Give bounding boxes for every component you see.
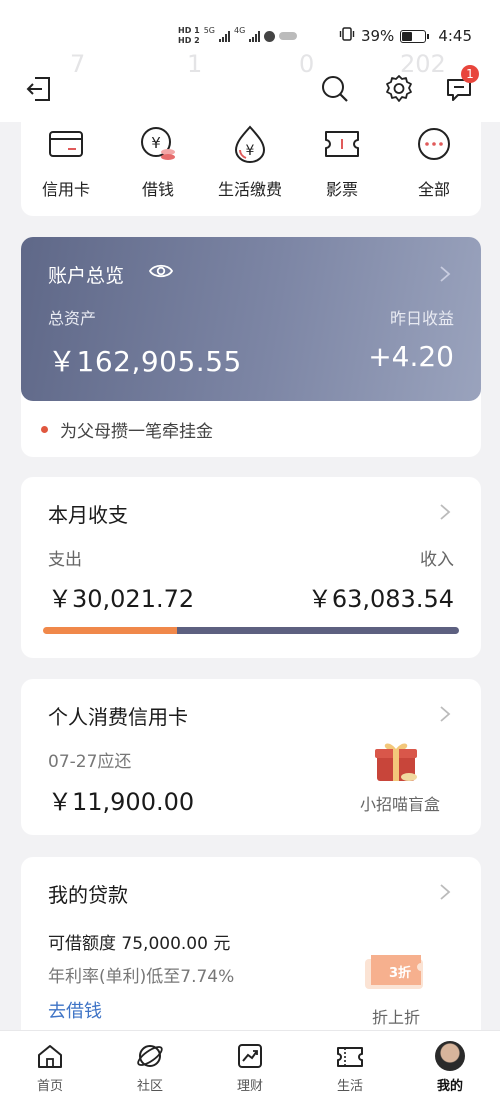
status-bar: HD 1 HD 2 5G 4G 39% 4:45	[0, 22, 500, 52]
chevron-right-icon	[439, 883, 451, 905]
loan-title: 我的贷款	[48, 883, 128, 907]
tab-mine[interactable]: 我的	[415, 1041, 485, 1094]
total-assets-label: 总资产	[48, 309, 97, 328]
wechat-icon	[279, 32, 298, 40]
expense-value: ￥30,021.72	[48, 585, 195, 613]
logout-icon[interactable]	[22, 72, 56, 106]
discount-coupon-text: 3折	[389, 966, 412, 981]
life-ticket-icon	[315, 1041, 385, 1071]
monthly-summary-title: 本月收支	[48, 503, 128, 527]
double-discount-label[interactable]: 折上折	[351, 1004, 441, 1028]
signal-icon	[249, 30, 261, 42]
signal-indicators: HD 1 HD 2 5G 4G	[178, 26, 298, 46]
tab-label: 理财	[236, 1079, 263, 1094]
tab-wealth[interactable]: 理财	[215, 1041, 285, 1094]
discount-coupon-icon[interactable]: 3折	[361, 953, 429, 993]
tab-label: 首页	[36, 1079, 63, 1094]
status-right: 39% 4:45	[339, 27, 472, 45]
credit-due-value: ￥11,900.00	[48, 788, 195, 816]
credit-due-label: 07-27应还	[48, 752, 132, 772]
expense-label: 支出	[48, 550, 82, 570]
more-icon	[394, 124, 474, 164]
quick-action-movie-ticket[interactable]: 影票	[302, 124, 382, 200]
account-overview-panel[interactable]: 账户总览 总资产 昨日收益 ￥162,905.55 +4.20	[21, 237, 481, 401]
home-icon	[15, 1041, 85, 1071]
income-expense-ratio-bar	[43, 627, 459, 634]
bullet-dot	[41, 426, 48, 433]
expense-bar-segment	[43, 627, 178, 634]
signal-icon	[218, 30, 230, 42]
vibrate-icon	[339, 27, 355, 45]
location-icon	[264, 30, 276, 42]
credit-card-summary[interactable]: 个人消费信用卡 07-27应还 ￥11,900.00 小招喵盲盒	[21, 679, 481, 835]
wealth-chart-icon	[215, 1041, 285, 1071]
tab-label: 社区	[136, 1079, 163, 1094]
top-header: 7 1 0 202 HD 1 HD 2 5G 4G 39% 4:45 1	[0, 0, 500, 122]
tab-label: 生活	[336, 1079, 363, 1094]
income-value: ￥63,083.54	[307, 585, 454, 613]
header-actions: 1	[0, 65, 500, 110]
quick-action-bill-payment[interactable]: ¥ 生活缴费	[210, 124, 290, 200]
account-overview-title: 账户总览	[48, 265, 125, 287]
tab-label: 我的	[436, 1079, 463, 1094]
quick-action-label: 信用卡	[41, 180, 90, 199]
tab-community[interactable]: 社区	[115, 1041, 185, 1094]
quick-action-all[interactable]: 全部	[394, 124, 474, 200]
quick-action-credit-card[interactable]: 信用卡	[26, 124, 106, 200]
network-label-b: HD 2	[178, 36, 200, 45]
bottom-navigation: 首页 社区 理财 生活 我的	[0, 1030, 500, 1100]
tab-life[interactable]: 生活	[315, 1041, 385, 1094]
network-label-a: HD 1	[178, 26, 200, 35]
quick-action-label: 借钱	[141, 180, 174, 199]
borrow-money-icon: ¥	[118, 124, 198, 164]
clock: 4:45	[438, 27, 472, 45]
credit-card-icon	[26, 124, 106, 164]
gift-box-icon[interactable]	[373, 739, 419, 785]
network-gen-b: 4G	[233, 26, 246, 35]
svg-text:¥: ¥	[246, 143, 255, 159]
notification-badge: 1	[461, 65, 479, 83]
account-overview-card: 账户总览 总资产 昨日收益 ￥162,905.55 +4.20 为父母攒一笔牵挂…	[21, 237, 481, 457]
savings-tip[interactable]: 为父母攒一笔牵挂金	[41, 417, 213, 442]
network-gen-a: 5G	[203, 26, 215, 35]
total-assets-value: ￥162,905.55	[48, 345, 242, 378]
movie-ticket-icon	[302, 124, 382, 164]
income-label: 收入	[420, 550, 454, 570]
loan-limit: 可借额度 75,000.00 元	[48, 934, 231, 954]
chevron-right-icon	[439, 503, 451, 525]
yesterday-income-value: +4.20	[368, 340, 454, 373]
quick-action-label: 全部	[417, 180, 450, 199]
chevron-right-icon	[439, 705, 451, 727]
loan-card[interactable]: 我的贷款 可借额度 75,000.00 元 年利率(单利)低至7.74% 去借钱…	[21, 857, 481, 1047]
quick-action-label: 影票	[325, 180, 358, 199]
tab-home[interactable]: 首页	[15, 1041, 85, 1094]
gear-icon[interactable]	[382, 72, 416, 106]
avatar	[435, 1041, 465, 1071]
loan-rate: 年利率(单利)低至7.74%	[48, 967, 235, 987]
savings-tip-text: 为父母攒一笔牵挂金	[60, 422, 213, 442]
svg-text:¥: ¥	[151, 134, 161, 152]
quick-action-borrow[interactable]: ¥ 借钱	[118, 124, 198, 200]
credit-card-title: 个人消费信用卡	[48, 705, 188, 729]
blind-box-label[interactable]: 小招喵盲盒	[355, 791, 445, 815]
monthly-summary-card[interactable]: 本月收支 支出 收入 ￥30,021.72 ￥63,083.54	[21, 477, 481, 658]
go-borrow-link[interactable]: 去借钱	[48, 997, 102, 1023]
avatar-wrapper	[415, 1041, 485, 1071]
chevron-right-icon	[439, 265, 451, 287]
search-icon[interactable]	[318, 72, 352, 106]
bill-payment-icon: ¥	[210, 124, 290, 164]
battery-icon	[400, 29, 430, 43]
message-icon[interactable]: 1	[442, 65, 479, 106]
income-bar-segment	[177, 627, 459, 634]
eye-icon[interactable]	[148, 261, 174, 285]
battery-percent: 39%	[360, 27, 395, 45]
quick-action-label: 生活缴费	[217, 180, 282, 199]
quick-actions-card: 信用卡 ¥ 借钱 ¥ 生活缴费 影票 全部	[21, 112, 481, 216]
community-icon	[115, 1041, 185, 1071]
yesterday-income-label: 昨日收益	[389, 309, 454, 328]
